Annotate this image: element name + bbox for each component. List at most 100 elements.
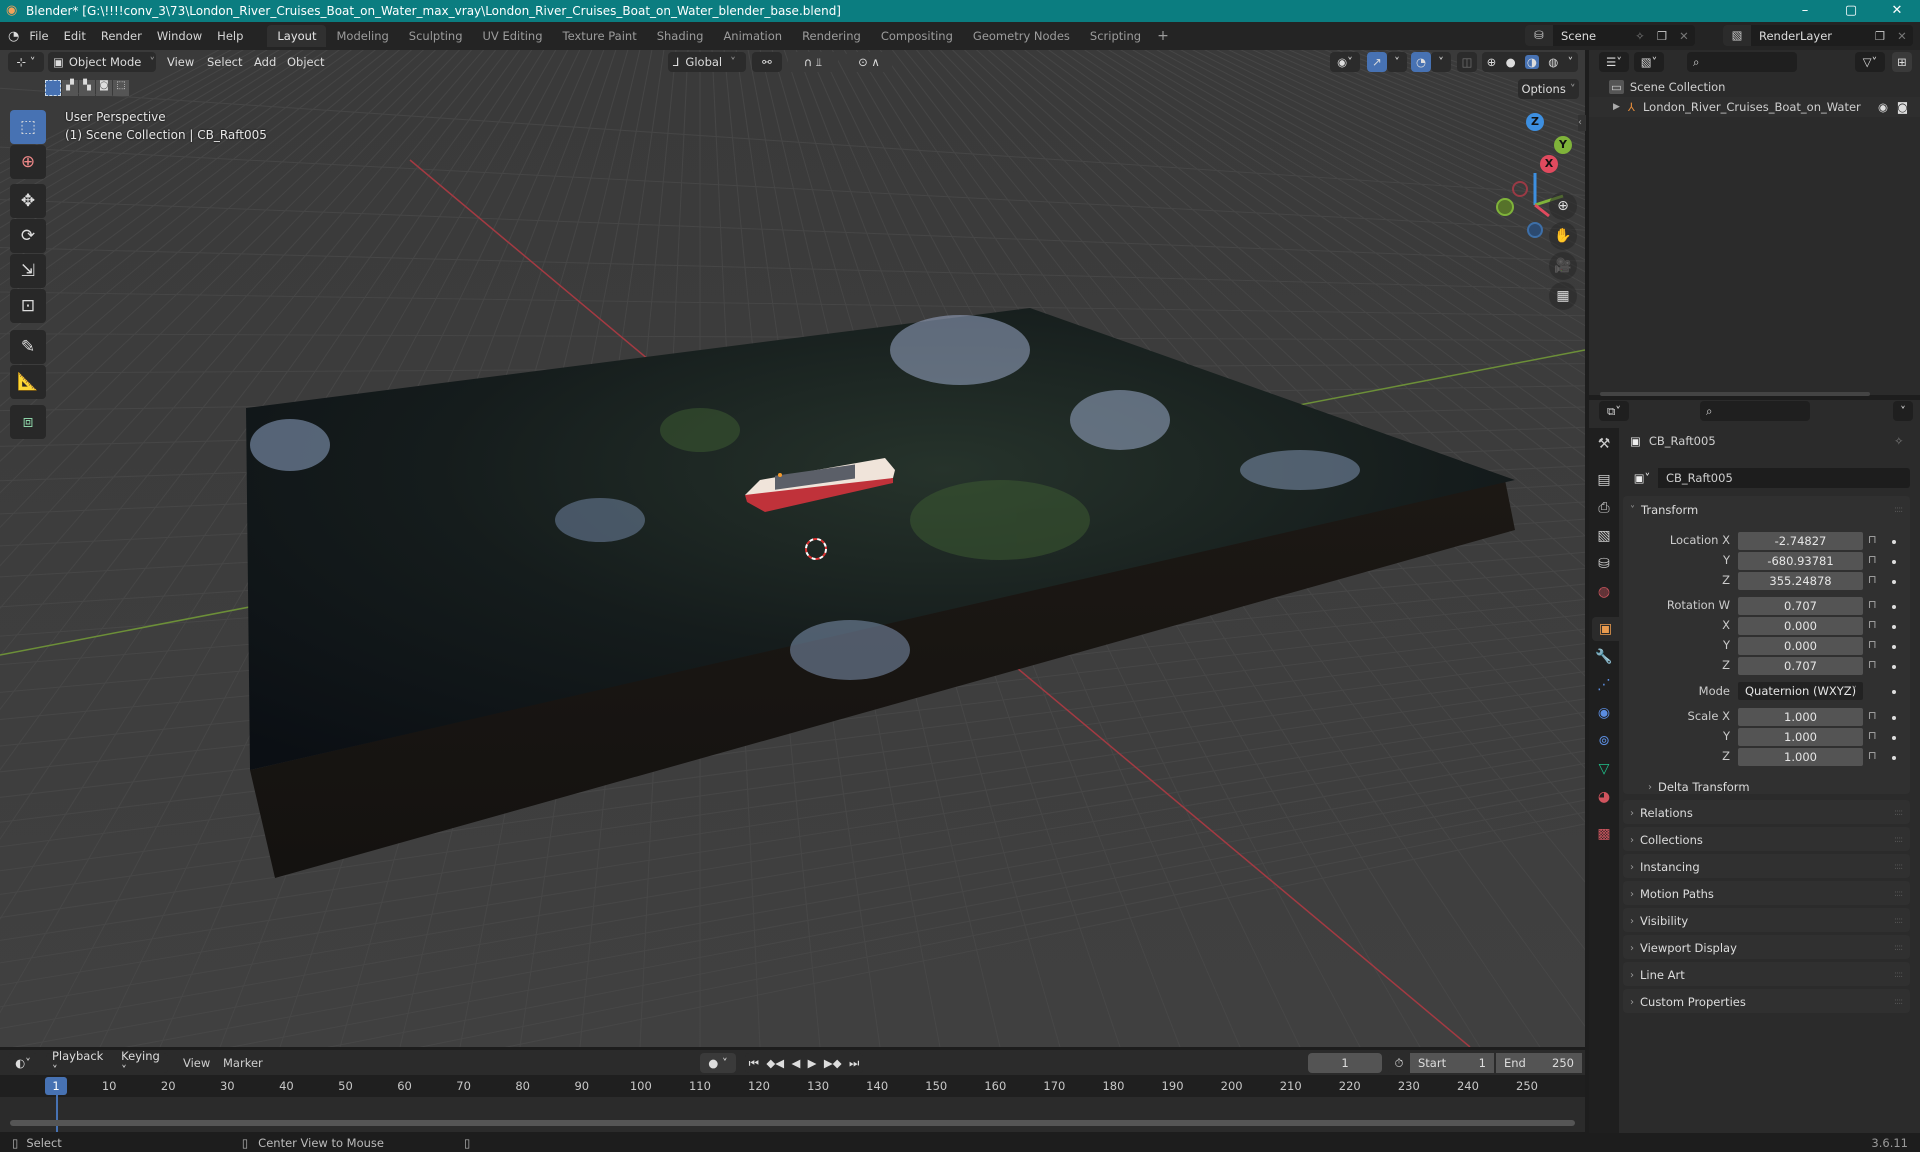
tab-animation[interactable]: Animation: [713, 25, 792, 47]
menu-help[interactable]: Help: [217, 29, 243, 43]
drag-handle-icon[interactable]: ::::: [1894, 505, 1903, 515]
tab-modeling[interactable]: Modeling: [326, 25, 398, 47]
keyframe-dot[interactable]: [1892, 690, 1896, 694]
sidebar-toggle[interactable]: ‹: [1578, 115, 1586, 131]
end-frame-field[interactable]: End 250: [1496, 1053, 1582, 1073]
tab-shading[interactable]: Shading: [647, 25, 714, 47]
view-layer-selector[interactable]: ▧ RenderLayer ❐ ✕: [1723, 25, 1913, 46]
lock-icon[interactable]: ⊓: [1868, 598, 1877, 611]
tool-scale[interactable]: ⇲: [10, 254, 46, 288]
transform-panel-header[interactable]: ˅ Transform: [1630, 503, 1698, 517]
panel-collections-header[interactable]: › Collections: [1630, 833, 1703, 847]
next-keyframe-icon[interactable]: ▶◆: [824, 1056, 842, 1070]
tab-sculpting[interactable]: Sculpting: [399, 25, 473, 47]
keyframe-dot[interactable]: [1892, 756, 1896, 760]
outliner-filter-layer[interactable]: ▧˅: [1634, 52, 1664, 72]
select-subtract-icon[interactable]: ▚: [79, 80, 95, 96]
blender-menu-icon[interactable]: ◔: [8, 29, 19, 44]
lock-icon[interactable]: ⊓: [1868, 553, 1877, 566]
lock-icon[interactable]: ⊓: [1868, 749, 1877, 762]
gizmo-dropdown[interactable]: ˅: [1387, 52, 1407, 72]
outliner-filter-button[interactable]: ▽˅: [1855, 52, 1885, 72]
panel-motion-paths-header[interactable]: › Motion Paths: [1630, 887, 1714, 901]
chevron-down-icon[interactable]: ˅: [1568, 55, 1574, 69]
lock-icon[interactable]: ⊓: [1868, 573, 1877, 586]
object-type-icon[interactable]: ▣˅: [1626, 468, 1658, 488]
panel-custom-properties-header[interactable]: › Custom Properties: [1630, 995, 1746, 1009]
drag-handle-icon[interactable]: ::::: [1894, 808, 1903, 818]
current-frame-field[interactable]: 1: [1308, 1053, 1382, 1073]
timeline-menu-view[interactable]: View: [183, 1056, 210, 1070]
tool-transform[interactable]: ⊡: [10, 289, 46, 323]
view-layer-name[interactable]: RenderLayer: [1751, 29, 1869, 43]
keyframe-dot[interactable]: [1892, 540, 1896, 544]
camera-view-button[interactable]: 🎥: [1549, 252, 1577, 280]
zoom-button[interactable]: ⊕: [1549, 192, 1577, 220]
delete-view-layer-icon[interactable]: ✕: [1891, 29, 1913, 43]
select-new-icon[interactable]: [45, 80, 61, 96]
keyframe-dot[interactable]: [1892, 645, 1896, 649]
play-reverse-icon[interactable]: ◀: [791, 1056, 800, 1070]
mode-selector[interactable]: ▣ Object Mode ˅: [48, 52, 156, 72]
lock-icon[interactable]: ⊓: [1868, 658, 1877, 671]
timeline-scrollbar[interactable]: [10, 1120, 1575, 1126]
play-icon[interactable]: ▶: [808, 1056, 817, 1070]
tool-cursor[interactable]: ⊕: [10, 145, 46, 179]
scale-z-field[interactable]: 1.000: [1738, 748, 1863, 766]
panel-relations-header[interactable]: › Relations: [1630, 806, 1693, 820]
gizmo-y-axis[interactable]: Y: [1554, 136, 1572, 154]
datablock-name[interactable]: CB_Raft005: [1658, 471, 1733, 485]
select-intersect-icon[interactable]: ⬚: [113, 80, 129, 96]
panel-viewport-display-header[interactable]: › Viewport Display: [1630, 941, 1737, 955]
drag-handle-icon[interactable]: ::::: [1894, 916, 1903, 926]
tab-tool[interactable]: ⚒: [1592, 432, 1616, 456]
outliner-search-input[interactable]: ⌕: [1687, 52, 1797, 72]
timeline-menu-marker[interactable]: Marker: [223, 1056, 263, 1070]
keyframe-dot[interactable]: [1892, 560, 1896, 564]
tool-move[interactable]: ✥: [10, 184, 46, 218]
outliner-row-scene-collection[interactable]: ▭ Scene Collection: [1589, 77, 1920, 97]
tab-rendering[interactable]: Rendering: [792, 25, 871, 47]
prev-keyframe-icon[interactable]: ◆◀: [766, 1056, 784, 1070]
menu-edit[interactable]: Edit: [64, 29, 86, 43]
scene-selector[interactable]: ⛁ Scene ✧ ❐ ✕: [1525, 25, 1695, 46]
drag-handle-icon[interactable]: ::::: [1894, 970, 1903, 980]
tab-texture-paint[interactable]: Texture Paint: [553, 25, 647, 47]
eye-icon[interactable]: ◉: [1878, 100, 1888, 114]
timeline-editor-type[interactable]: ◐˅: [8, 1053, 38, 1073]
scene-name[interactable]: Scene: [1553, 29, 1629, 43]
rotation-w-field[interactable]: 0.707: [1738, 597, 1863, 615]
snap-toggle[interactable]: ∩ ⫫: [788, 52, 838, 72]
tab-material[interactable]: ◕: [1592, 785, 1616, 809]
pin-icon[interactable]: ✧: [1894, 434, 1904, 448]
drag-handle-icon[interactable]: ::::: [1894, 889, 1903, 899]
pan-button[interactable]: ✋: [1549, 222, 1577, 250]
3d-viewport[interactable]: [0, 50, 1585, 1047]
location-y-field[interactable]: -680.93781: [1738, 552, 1863, 570]
overlay-toggle[interactable]: ◔: [1411, 52, 1431, 72]
editor-type-button[interactable]: ⊹ ˅: [8, 52, 44, 72]
camera-render-icon[interactable]: ◙: [1897, 100, 1908, 114]
object-datablock-field[interactable]: ▣˅ CB_Raft005: [1626, 468, 1910, 488]
tab-output[interactable]: ⎙: [1592, 496, 1616, 520]
select-invert-icon[interactable]: ◙: [96, 80, 112, 96]
keyframe-dot[interactable]: [1892, 580, 1896, 584]
playhead-line[interactable]: [56, 1095, 58, 1132]
tab-uv-editing[interactable]: UV Editing: [473, 25, 553, 47]
tool-annotate[interactable]: ✎: [10, 330, 46, 364]
new-scene-icon[interactable]: ❐: [1651, 29, 1673, 43]
perspective-toggle-button[interactable]: ▦: [1549, 282, 1577, 310]
lock-icon[interactable]: ⊓: [1868, 638, 1877, 651]
close-button[interactable]: ✕: [1874, 0, 1920, 22]
delta-transform-subpanel[interactable]: › Delta Transform: [1648, 780, 1750, 794]
jump-start-icon[interactable]: ⏮: [749, 1056, 759, 1071]
panel-instancing-header[interactable]: › Instancing: [1630, 860, 1700, 874]
maximize-button[interactable]: ▢: [1828, 0, 1874, 22]
add-workspace-button[interactable]: +: [1157, 28, 1169, 44]
lock-icon[interactable]: ⊓: [1868, 729, 1877, 742]
viewport-menu-object[interactable]: Object: [287, 55, 324, 69]
keyframe-dot[interactable]: [1892, 665, 1896, 669]
keyframe-dot[interactable]: [1892, 625, 1896, 629]
location-z-field[interactable]: 355.24878: [1738, 572, 1863, 590]
panel-line-art-header[interactable]: › Line Art: [1630, 968, 1685, 982]
